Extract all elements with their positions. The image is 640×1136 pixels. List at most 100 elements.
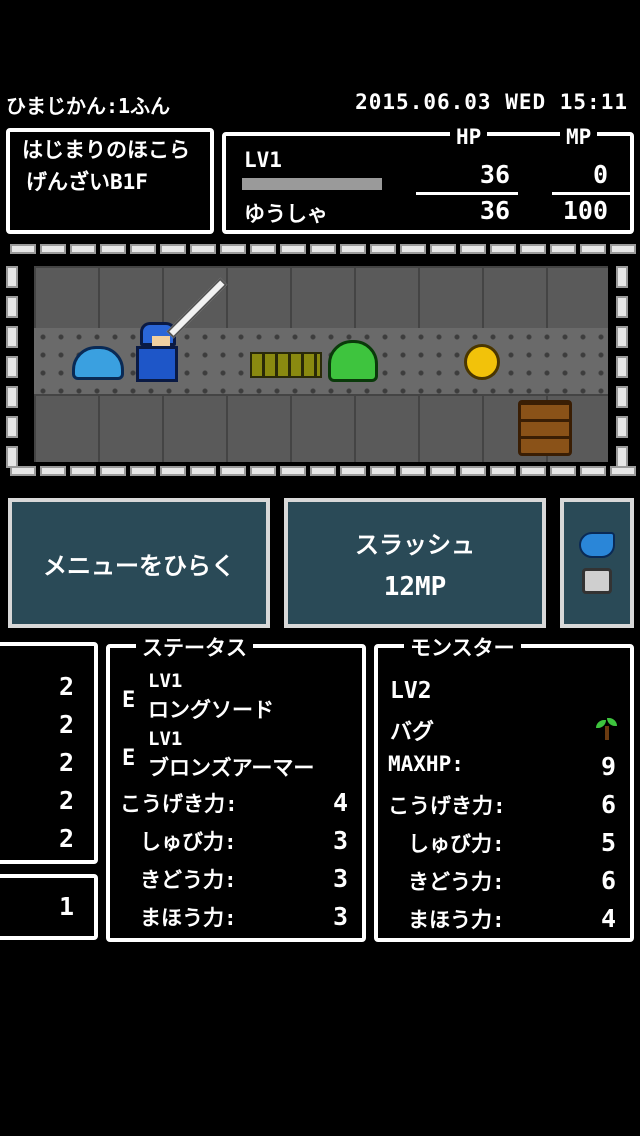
wall-brick [580, 466, 606, 476]
monster-name: バグ [390, 720, 435, 745]
wall-brick [616, 386, 628, 408]
status-stat-value: 3 [332, 826, 348, 855]
bug-monster [250, 352, 322, 378]
status-stat-value: 3 [332, 902, 348, 931]
open-menu-button[interactable]: メニューをひらく [8, 498, 270, 628]
hp-divider [416, 192, 518, 195]
equip-level-1: LV1 [148, 670, 183, 692]
wall-brick [340, 466, 366, 476]
wall-brick [70, 244, 96, 254]
wall-brick [520, 466, 546, 476]
wall-brick [40, 244, 66, 254]
mp-current: 0 [592, 160, 608, 189]
location-box: はじまりのほこら げんざいB1F [6, 128, 214, 234]
hp-max: 36 [479, 196, 510, 225]
equip-name-2: ブロンズアーマー [148, 756, 315, 780]
wall-brick [6, 356, 18, 378]
equip-level-2: LV1 [148, 728, 183, 750]
wall-brick [280, 244, 306, 254]
wall-brick [40, 466, 66, 476]
wall-brick [6, 296, 18, 318]
wall-brick [310, 244, 336, 254]
wall-brick [220, 466, 246, 476]
wall-tiles-top [34, 266, 608, 328]
side-item-button[interactable] [560, 498, 634, 628]
wall-brick [130, 244, 156, 254]
wall-brick [616, 326, 628, 348]
status-panel: E LV1 ロングソード E LV1 ブロンズアーマー こうげき力: 4 しゅび力:… [106, 644, 366, 942]
wall-brick [250, 244, 276, 254]
wall-brick [616, 356, 628, 378]
wall-brick [6, 416, 18, 438]
wall-brick [190, 466, 216, 476]
monster-level: LV2 [390, 678, 432, 704]
status-stat-label: きどう力: [140, 868, 237, 892]
wall-brick [370, 466, 396, 476]
wall-brick [370, 244, 396, 254]
left-value: 2 [58, 672, 74, 701]
wall-brick [250, 466, 276, 476]
gold-coin [464, 344, 500, 380]
monster-stat-value: 4 [600, 904, 616, 933]
left-bottom-value: 1 [58, 892, 74, 921]
wall-brick [550, 466, 576, 476]
left-value: 2 [58, 824, 74, 853]
wall-brick [310, 466, 336, 476]
wall-brick [580, 244, 606, 254]
left-value: 2 [58, 710, 74, 739]
dungeon-view [0, 240, 640, 488]
status-stat-label: まほう力: [140, 906, 237, 930]
status-title: ステータス [136, 636, 253, 660]
exp-bar [242, 178, 382, 190]
mp-max: 100 [562, 196, 608, 225]
monster-stat-label: こうげき力: [388, 794, 506, 818]
wall-brick [6, 386, 18, 408]
player-level: LV1 [244, 148, 282, 172]
left-values-panel: 2 2 2 2 2 [0, 642, 98, 864]
wall-brick [460, 244, 486, 254]
mp-divider [552, 192, 632, 195]
wall-brick [616, 446, 628, 468]
monster-stat-label: しゅび力: [408, 832, 505, 856]
wall-brick [160, 244, 186, 254]
skill-slash-button[interactable]: スラッシュ 12MP [284, 498, 546, 628]
wooden-chest[interactable] [518, 400, 572, 456]
wall-brick [220, 244, 246, 254]
skill-cost: 12MP [383, 571, 447, 602]
datetime: 2015.06.03 WED 15:11 [355, 90, 628, 114]
wall-brick [6, 446, 18, 468]
monster-panel: LV2 バグ MAXHP: 9 こうげき力: 6 しゅび力: 5 きどう力: 6 まほう力: 4 [374, 644, 634, 942]
wall-brick [340, 244, 366, 254]
wall-brick [6, 266, 18, 288]
wall-brick [160, 466, 186, 476]
skill-name: スラッシュ [355, 530, 475, 559]
hp-current: 36 [479, 160, 510, 189]
wall-brick [400, 466, 426, 476]
hero-face [152, 336, 170, 346]
monster-stat-value: 6 [600, 866, 616, 895]
wall-brick [130, 466, 156, 476]
wall-brick [616, 296, 628, 318]
left-value: 2 [58, 748, 74, 777]
wall-brick [490, 466, 516, 476]
status-stat-value: 3 [332, 864, 348, 893]
wall-brick [616, 416, 628, 438]
wall-brick [610, 244, 636, 254]
monster-title: モンスター [404, 636, 521, 660]
equip-mark-1: E [122, 688, 136, 713]
monster-stat-value: 6 [600, 790, 616, 819]
wall-brick [490, 244, 516, 254]
open-menu-label: メニューをひらく [43, 551, 235, 580]
floor-label: げんざいB1F [26, 170, 148, 194]
wall-brick [430, 466, 456, 476]
status-stat-value: 4 [332, 788, 348, 817]
wall-brick [520, 244, 546, 254]
sprout-icon [596, 718, 617, 740]
left-value: 2 [58, 786, 74, 815]
play-time: ひまじかん:1ふん [6, 94, 171, 118]
monster-stat-label: きどう力: [408, 870, 505, 894]
monster-stat-label: MAXHP: [388, 752, 464, 776]
bird-icon [579, 532, 615, 558]
wall-brick [100, 244, 126, 254]
wall-brick [400, 244, 426, 254]
